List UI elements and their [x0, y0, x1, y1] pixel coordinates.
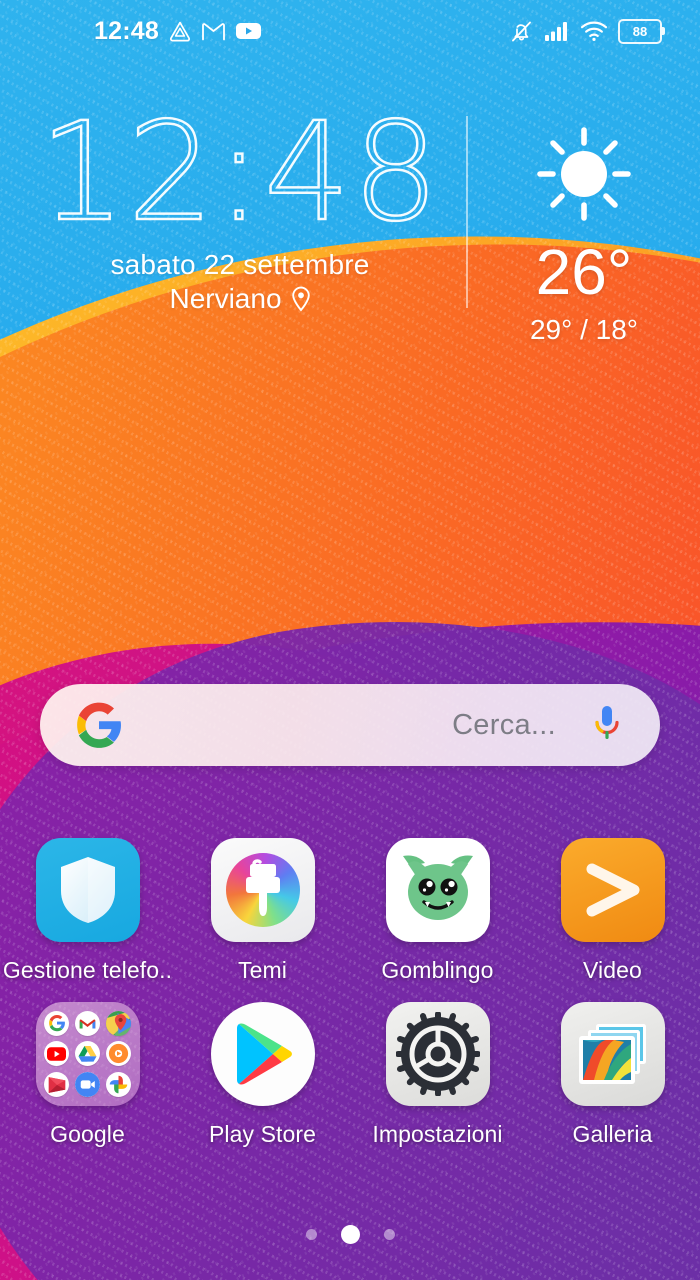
app-play-store[interactable]: Play Store: [175, 1002, 350, 1148]
wifi-icon: [580, 21, 608, 41]
battery-icon: 88: [618, 18, 665, 44]
folder-item-drive: [74, 1041, 100, 1067]
status-bar-right: 88: [509, 18, 665, 44]
app-label: Impostazioni: [372, 1121, 503, 1147]
folder-item-gmail: [74, 1010, 100, 1036]
status-bar[interactable]: 12:48 88: [0, 0, 700, 62]
app-gestione-telefono[interactable]: Gestione telefo..: [0, 838, 175, 984]
microphone-icon[interactable]: [592, 704, 622, 746]
app-label: Galleria: [572, 1121, 653, 1147]
clock-location: Nerviano: [169, 283, 310, 315]
app-icon[interactable]: [560, 1002, 665, 1106]
gmail-icon[interactable]: [201, 21, 226, 42]
app-gomblingo[interactable]: Gomblingo: [350, 838, 525, 984]
clock-location-label: Nerviano: [169, 282, 282, 314]
app-icon[interactable]: [385, 838, 490, 942]
app-row: Google Play Store Impostazioni Galleria: [0, 1002, 700, 1148]
battery-level-label: 88: [632, 23, 648, 39]
app-label: Play Store: [208, 1121, 317, 1147]
goblin-face-icon: [385, 838, 490, 942]
folder-item-duo: [74, 1072, 100, 1098]
app-label: Temi: [238, 957, 287, 983]
google-folder-icon: [35, 1002, 140, 1106]
triangle-app-icon[interactable]: [168, 19, 192, 43]
photos-stack-icon: [560, 1002, 665, 1106]
weather-high-low: 29° / 18°: [529, 314, 639, 345]
folder-item-youtube: [44, 1041, 70, 1067]
app-grid: Gestione telefo.. Temi Gomblingo Video G…: [0, 838, 700, 1148]
shield-icon: [35, 838, 140, 942]
google-search-bar[interactable]: Cerca...: [40, 684, 660, 766]
paintbrush-icon: [210, 838, 315, 942]
app-icon[interactable]: [35, 838, 140, 942]
clock-time: 12:48: [38, 94, 441, 252]
folder-item-play-movies: [44, 1072, 70, 1098]
app-label: Google: [50, 1121, 125, 1147]
google-g-icon[interactable]: [74, 700, 124, 750]
app-temi[interactable]: Temi: [175, 838, 350, 984]
weather-widget[interactable]: 26° 29° / 18°: [468, 104, 700, 346]
clock-date: sabato 22 settembre: [110, 248, 370, 280]
app-folder-google[interactable]: Google: [0, 1002, 175, 1148]
clock-widget[interactable]: 12:48 sabato 22 settembre Nerviano: [0, 94, 466, 315]
silent-bell-icon: [512, 21, 531, 41]
page-dot-1[interactable]: [305, 1229, 317, 1240]
gear-icon: [385, 1002, 490, 1106]
app-label: Gomblingo: [381, 957, 494, 983]
status-bar-clock: 12:48: [94, 16, 159, 45]
folder-item-photos: [105, 1072, 131, 1098]
app-icon[interactable]: [35, 1002, 140, 1106]
app-video[interactable]: Video: [525, 838, 700, 984]
page-dot-3[interactable]: [383, 1229, 395, 1240]
weather-temperature: 26°: [535, 236, 633, 308]
app-impostazioni[interactable]: Impostazioni: [350, 1002, 525, 1148]
page-dot-2[interactable]: [340, 1225, 360, 1244]
app-icon[interactable]: [210, 1002, 315, 1106]
app-label: Video: [583, 957, 642, 983]
home-screen: 12:48 88 12:48 sabato 22 settembre Nervi…: [0, 0, 700, 1280]
play-arrow-icon: [560, 838, 665, 942]
sunny-icon: [537, 127, 631, 221]
search-placeholder[interactable]: Cerca...: [452, 709, 556, 742]
folder-item-maps: [105, 1010, 131, 1036]
app-icon[interactable]: [210, 838, 315, 942]
app-row: Gestione telefo.. Temi Gomblingo Video: [0, 838, 700, 984]
location-pin-icon: [291, 286, 310, 312]
app-galleria[interactable]: Galleria: [525, 1002, 700, 1148]
signal-bars-icon: [545, 22, 567, 41]
app-label: Gestione telefo..: [2, 957, 173, 983]
folder-item-google: [44, 1010, 70, 1036]
status-bar-left: 12:48: [94, 17, 262, 46]
play-store-icon: [210, 1002, 315, 1106]
app-icon[interactable]: [560, 838, 665, 942]
app-icon[interactable]: [385, 1002, 490, 1106]
page-indicator[interactable]: [0, 1225, 700, 1244]
folder-item-play-music: [105, 1041, 131, 1067]
youtube-icon[interactable]: [235, 21, 262, 41]
clock-weather-widget[interactable]: 12:48 sabato 22 settembre Nerviano 26° 2…: [0, 94, 700, 345]
